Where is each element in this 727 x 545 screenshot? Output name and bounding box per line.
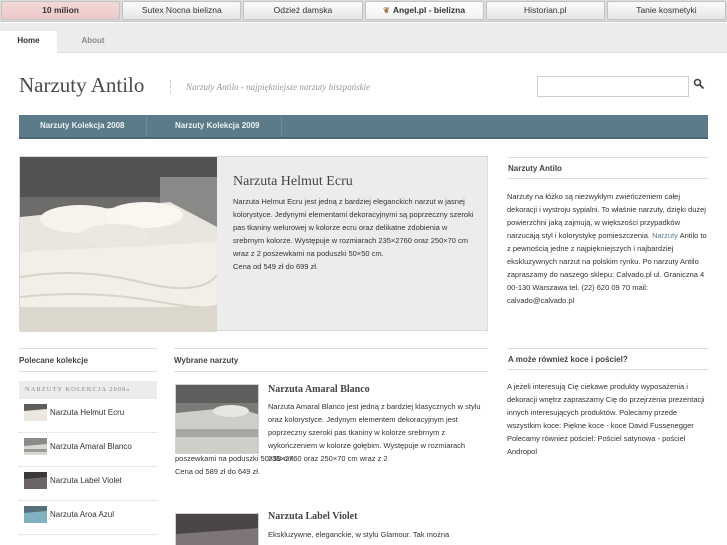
list-item-label: Narzuta Helmut Ecru	[50, 408, 125, 417]
sidebar-more-title: A może również koce i pościel?	[508, 348, 708, 370]
featured-description: Narzuta Helmut Ecru jest jedną z bardzie…	[233, 195, 479, 273]
featured-image[interactable]	[20, 157, 217, 332]
list-item-label: Narzuta Aroa Azul	[50, 510, 115, 519]
list-item[interactable]: Narzuta Aroa Azul	[19, 501, 157, 535]
featured-price: Cena od 549 zł do 699 zł.	[233, 262, 319, 271]
tab-about[interactable]: About	[67, 31, 119, 53]
category-link-2008[interactable]: Narzuty Kolekcja 2008	[19, 115, 147, 137]
product-title[interactable]: Narzuta Amaral Blanco	[268, 384, 370, 395]
recommended-title: Polecane kolekcje	[19, 348, 157, 372]
tab-home[interactable]: Home	[0, 31, 57, 53]
featured-text: Narzuta Helmut Ecru jest jedną z bardzie…	[233, 197, 474, 258]
product-price: Cena od 589 zł do 649 zł.	[175, 467, 261, 476]
top-link-4-label: Angel.pl - bielizna	[392, 5, 466, 15]
top-link-3[interactable]: Odzież damska	[243, 1, 363, 20]
list-item-label: Narzuta Amaral Blanco	[50, 442, 132, 451]
product-thumbnail	[24, 472, 47, 489]
sidebar-more-text: A jeżeli interesują Cię ciekawe produkty…	[507, 382, 705, 456]
list-item-label: Narzuta Label Violet	[50, 476, 122, 485]
featured-panel: Narzuta Helmut Ecru Narzuta Helmut Ecru …	[19, 156, 488, 332]
top-link-5[interactable]: Historian.pl	[485, 1, 605, 20]
featured-title[interactable]: Narzuta Helmut Ecru	[233, 174, 353, 190]
top-link-1[interactable]: 10 milion	[1, 1, 121, 20]
product-thumbnail	[24, 404, 47, 421]
product-title[interactable]: Narzuta Label Violet	[268, 511, 357, 522]
sidebar-about-link[interactable]: Narzuty	[652, 231, 678, 240]
sidebar-about-text: Narzuty na łóżko są niezwykłym zwieńczen…	[507, 190, 709, 307]
sidebar-about-title: Narzuty Antilo	[508, 157, 708, 179]
list-item[interactable]: Narzuta Label Violet	[19, 467, 157, 501]
site-title[interactable]: Narzuty Antilo	[19, 73, 144, 98]
search-input[interactable]	[537, 76, 689, 97]
product-description-tail: poszewkami na poduszki 50×50 cm.	[175, 454, 296, 463]
tab-bar: Home About	[0, 23, 727, 53]
product-description-continued: poszewkami na poduszki 50×50 cm. Cena od…	[175, 452, 490, 478]
category-link-2009[interactable]: Narzuty Kolekcja 2009	[154, 115, 282, 137]
search-icon[interactable]	[693, 78, 705, 90]
site-tagline: Narzuty Antilo - najpiękniejsze narzuty …	[170, 80, 370, 94]
list-item[interactable]: Narzuta Helmut Ecru	[19, 399, 157, 433]
top-link-2[interactable]: Sutex Nocna bielizna	[122, 1, 242, 20]
category-nav: Narzuty Kolekcja 2008 Narzuty Kolekcja 2…	[19, 115, 708, 139]
product-image[interactable]	[175, 384, 259, 454]
product-thumbnail	[24, 506, 47, 523]
product-thumbnail	[24, 438, 47, 455]
top-link-4[interactable]: ❦ Angel.pl - bielizna	[364, 1, 484, 20]
top-links-bar: 10 milion Sutex Nocna bielizna Odzież da…	[0, 0, 727, 22]
collection-2008-heading[interactable]: NARZUTY KOLEKCJA 2008»	[19, 381, 157, 399]
top-link-6[interactable]: Tanie kosmetyki	[606, 1, 727, 20]
sidebar-about-text-2: Antilo to z pewnością jedne z najpięknie…	[507, 231, 707, 305]
list-item[interactable]: Narzuta Amaral Blanco	[19, 433, 157, 467]
selected-title: Wybrane narzuty	[174, 348, 488, 372]
product-description: Ekskluzywne, eleganckie, w stylu Glamour…	[268, 530, 450, 539]
product-image[interactable]	[175, 513, 259, 545]
bow-icon: ❦	[383, 6, 390, 15]
